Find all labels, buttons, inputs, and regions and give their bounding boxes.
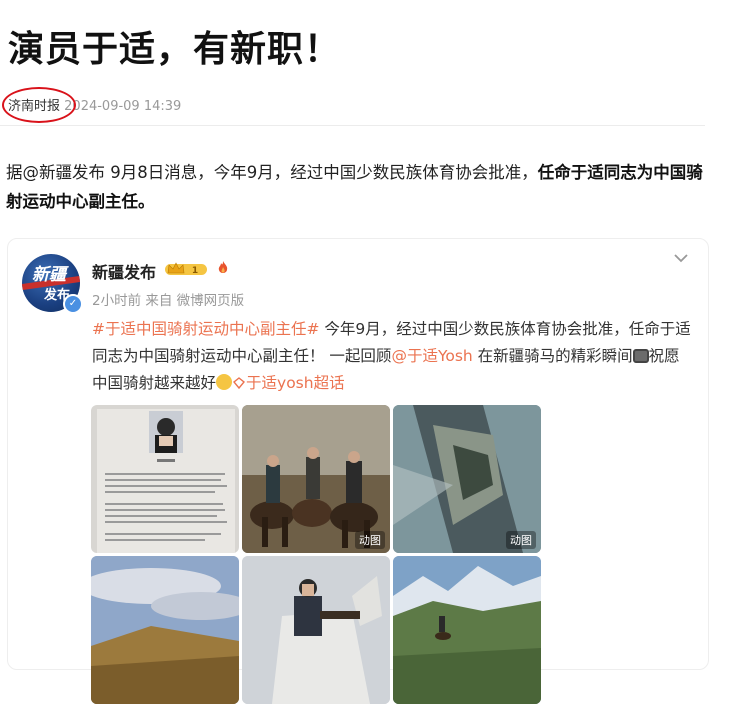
- source-highlight-circle: [2, 87, 76, 123]
- post-body-2: 在新疆骑马的精彩瞬间: [472, 347, 633, 365]
- photo-grassland[interactable]: [91, 556, 239, 704]
- camera-emoji-icon: [632, 349, 649, 363]
- crown-level: 1: [192, 266, 198, 276]
- fire-icon: [218, 261, 228, 273]
- photo-white-horse[interactable]: [242, 556, 390, 704]
- post-username[interactable]: 新疆发布: [92, 259, 156, 283]
- post-body: #于适中国骑射运动中心副主任# 今年9月，经过中国少数民族体育协会批准，任命于适…: [92, 316, 692, 397]
- verified-icon: ✓: [63, 294, 83, 314]
- photo-riders[interactable]: 动图: [242, 405, 390, 553]
- mention-link[interactable]: @于适Yosh: [391, 347, 472, 365]
- crown-level-icon: 1: [165, 262, 207, 276]
- article-paragraph: 据@新疆发布 9月8日消息，今年9月，经过中国少数民族体育协会批准，任命于适同志…: [6, 158, 706, 216]
- gif-badge: 动图: [506, 531, 536, 549]
- paragraph-text: 据@新疆发布 9月8日消息，今年9月，经过中国少数民族体育协会批准，: [6, 163, 538, 182]
- post-time-source: 2小时前 来自 微博网页版: [92, 293, 245, 309]
- smile-emoji-icon: [216, 374, 233, 390]
- supertopic-icon: [233, 377, 246, 390]
- avatar-text-top: 新疆: [32, 265, 66, 285]
- photo-mountains[interactable]: [393, 556, 541, 704]
- divider: [0, 125, 705, 126]
- supertopic-link[interactable]: 于适yosh超话: [246, 374, 345, 392]
- photo-document[interactable]: [91, 405, 239, 553]
- article-timestamp: 2024-09-09 14:39: [64, 99, 182, 114]
- photo-armor[interactable]: 动图: [393, 405, 541, 553]
- hashtag-link[interactable]: #于适中国骑射运动中心副主任#: [92, 320, 319, 338]
- chevron-down-icon[interactable]: [672, 252, 690, 264]
- article-title: 演员于适，有新职！: [8, 29, 342, 70]
- gif-badge: 动图: [355, 531, 385, 549]
